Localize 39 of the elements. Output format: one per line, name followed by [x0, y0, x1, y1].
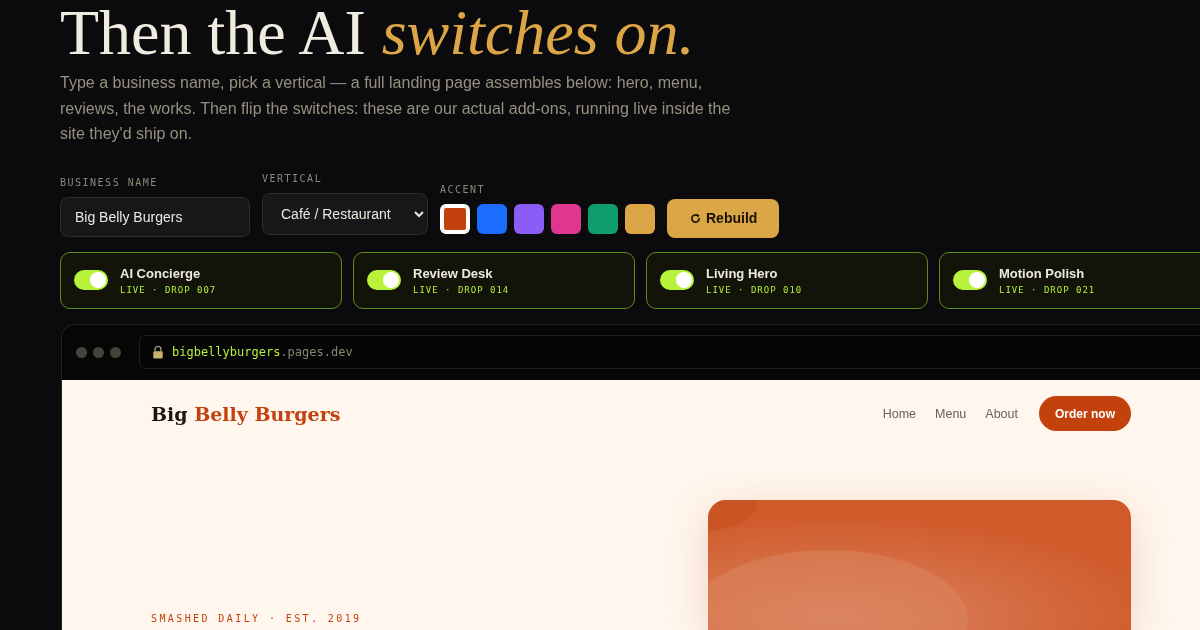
- hero-eyebrow: SMASHED DAILY · EST. 2019: [151, 612, 362, 624]
- window-dot: [76, 346, 87, 358]
- toggle-switch[interactable]: [74, 270, 108, 290]
- accent-swatch[interactable]: [588, 203, 618, 234]
- url-text: bigbellyburgers.pages.dev: [172, 345, 353, 359]
- accent-swatch[interactable]: [625, 203, 655, 234]
- nav-link[interactable]: Home: [882, 406, 917, 421]
- vertical-dropdown[interactable]: Café / Restaurant: [262, 192, 428, 235]
- nav-link[interactable]: About: [985, 406, 1018, 421]
- nav-link[interactable]: Menu: [935, 406, 967, 421]
- site-logo[interactable]: Big Belly Burgers: [151, 402, 341, 425]
- toggle-switch[interactable]: [953, 270, 987, 290]
- window-dot: [93, 346, 104, 358]
- addon-name: Review Desk: [413, 265, 494, 281]
- intro-paragraph: Type a business name, pick a vertical — a full landing page assembles below: hero, menu, reviews, the works. Then flip the switches: these are our actual add-ons, running live inside the site they'd ship on.: [60, 73, 732, 144]
- address-bar[interactable]: bigbellyburgers.pages.dev: [139, 335, 1200, 369]
- addon-status: LIVE · DROP 007: [120, 284, 217, 295]
- refresh-icon: [689, 211, 702, 225]
- field-label: BUSINESS NAME: [60, 176, 159, 188]
- accent-swatch[interactable]: [440, 203, 470, 234]
- window-dot: [110, 346, 121, 358]
- order-now-button[interactable]: Order now: [1039, 396, 1131, 431]
- addon-status: LIVE · DROP 014: [413, 284, 510, 295]
- business-name-field[interactable]: Big Belly Burgers: [60, 196, 250, 237]
- accent-swatch[interactable]: [514, 203, 544, 234]
- field-label: ACCENT: [440, 183, 487, 195]
- addon-status: LIVE · DROP 010: [706, 284, 803, 295]
- addon-name: AI Concierge: [120, 265, 202, 281]
- headline: Then the AI switches on.: [60, 0, 696, 66]
- rebuild-button[interactable]: Rebuild: [667, 198, 780, 238]
- accent-swatch[interactable]: [551, 203, 581, 234]
- addon-name: Motion Polish: [999, 265, 1086, 281]
- lock-icon: [152, 345, 164, 359]
- field-label: VERTICAL: [262, 172, 324, 184]
- accent-swatch[interactable]: [477, 203, 507, 234]
- addon-status: LIVE · DROP 021: [999, 284, 1096, 295]
- addon-name: Living Hero: [706, 265, 779, 281]
- toggle-switch[interactable]: [660, 270, 694, 290]
- toggle-switch[interactable]: [367, 270, 401, 290]
